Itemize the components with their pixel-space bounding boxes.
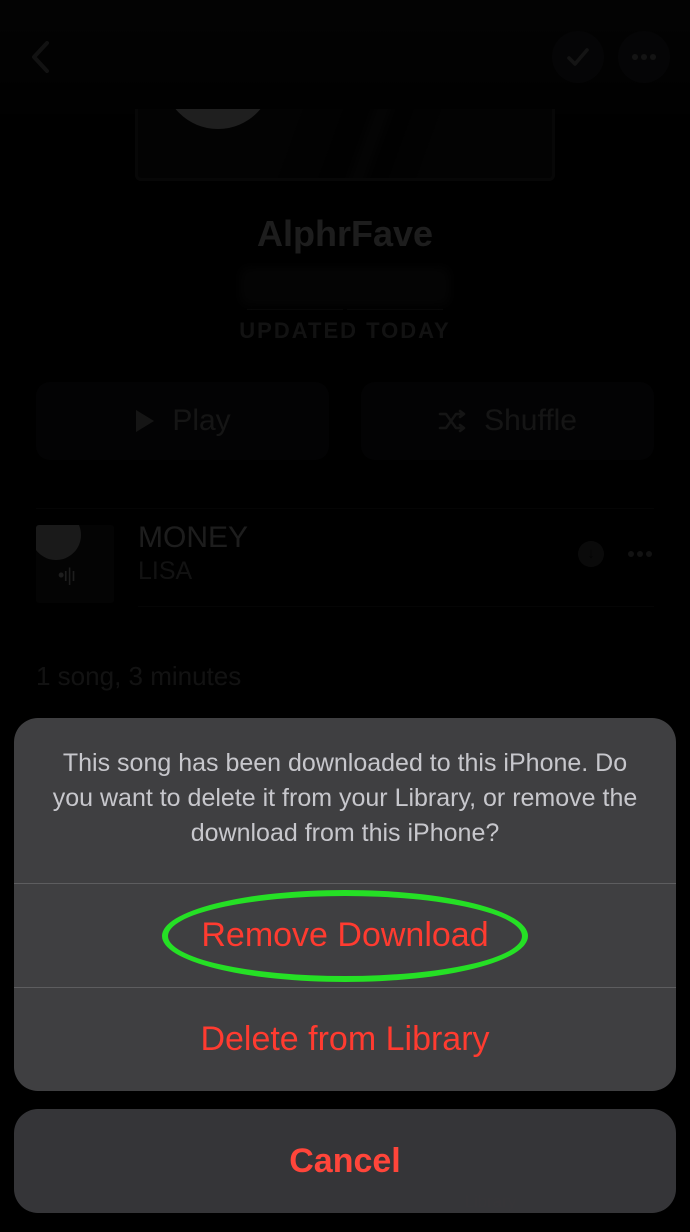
action-sheet-message: This song has been downloaded to this iP… [14, 718, 676, 883]
cancel-button[interactable]: Cancel [14, 1109, 676, 1213]
remove-download-button[interactable]: Remove Download [14, 883, 676, 987]
remove-download-label: Remove Download [201, 916, 488, 955]
delete-from-library-button[interactable]: Delete from Library [14, 987, 676, 1091]
cancel-label: Cancel [289, 1142, 401, 1181]
action-sheet: This song has been downloaded to this iP… [14, 718, 676, 1213]
delete-from-library-label: Delete from Library [200, 1020, 489, 1059]
